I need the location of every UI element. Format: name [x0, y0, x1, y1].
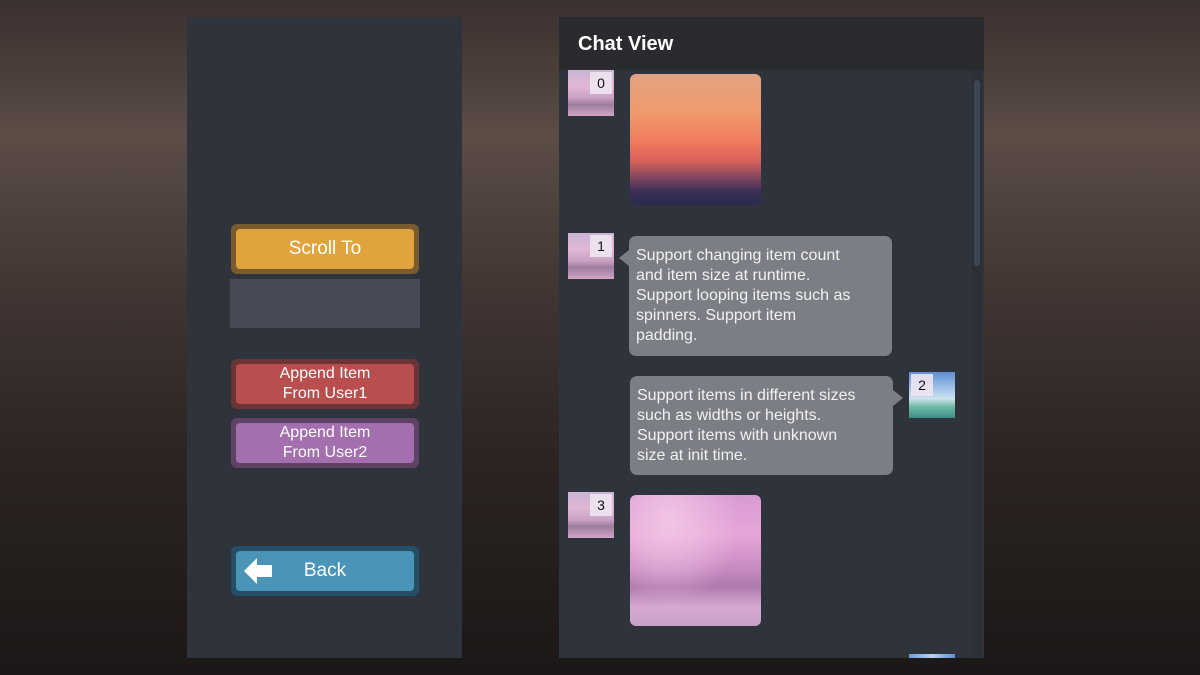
chat-item-1-bubble: Support changing item count and item siz…: [619, 236, 892, 356]
chat-item-2-bubble: Support items in different sizes such as…: [630, 376, 903, 475]
chat-item-2-avatar: 2: [909, 372, 955, 418]
chat-scrollbar-thumb[interactable]: [974, 80, 980, 266]
chat-item-0-avatar: 0: [568, 70, 614, 116]
append-user1-button-frame: Append Item From User1: [231, 359, 419, 409]
message-line: Support items with unknown: [637, 427, 838, 444]
back-button-frame: Back: [231, 546, 419, 596]
append-user2-label-line2: From User2: [282, 444, 368, 461]
message-line: such as widths or heights.: [637, 407, 822, 424]
message-line: size at init time.: [637, 447, 748, 464]
item-index-badge: 2: [911, 374, 933, 396]
message-line: padding.: [636, 327, 698, 344]
scroll-index-input[interactable]: [230, 279, 420, 328]
message-line: Support items in different sizes: [637, 387, 856, 404]
item-index-badge: 3: [590, 494, 612, 516]
sunset-photo: [630, 74, 761, 205]
scroll-to-button-frame: Scroll To: [231, 224, 419, 274]
append-user1-button[interactable]: Append Item From User1: [236, 364, 414, 404]
append-user2-label-line1: Append Item: [279, 424, 371, 441]
chat-view-panel[interactable]: Chat View 0 1 Support changing item coun…: [559, 17, 984, 658]
arrow-left-icon: [244, 558, 272, 584]
item-index-badge: 0: [590, 72, 612, 94]
message-line: Support changing item count: [636, 247, 840, 264]
append-user2-button-frame: Append Item From User2: [231, 418, 419, 468]
back-button-label: Back: [303, 560, 347, 581]
message-line: spinners. Support item: [636, 307, 797, 324]
chat-item-1-avatar: 1: [568, 233, 614, 279]
message-line: Support looping items such as: [636, 287, 851, 304]
append-user2-button[interactable]: Append Item From User2: [236, 423, 414, 463]
item-index-badge: 1: [590, 235, 612, 257]
message-line: and item size at runtime.: [636, 267, 811, 284]
chat-title: Chat View: [578, 33, 674, 55]
back-button[interactable]: Back: [236, 551, 414, 591]
append-user1-label-line1: Append Item: [279, 365, 371, 382]
next-item-avatar-partial: [909, 654, 955, 658]
chat-scrollbar[interactable]: [972, 70, 982, 658]
chat-header: Chat View: [559, 17, 984, 70]
scroll-to-button[interactable]: Scroll To: [236, 229, 414, 269]
pink-clouds-photo: [630, 495, 761, 626]
control-panel: Scroll To Append Item From User1 Append …: [187, 17, 462, 658]
append-user1-label-line2: From User1: [282, 385, 368, 402]
chat-item-3-avatar: 3: [568, 492, 614, 538]
